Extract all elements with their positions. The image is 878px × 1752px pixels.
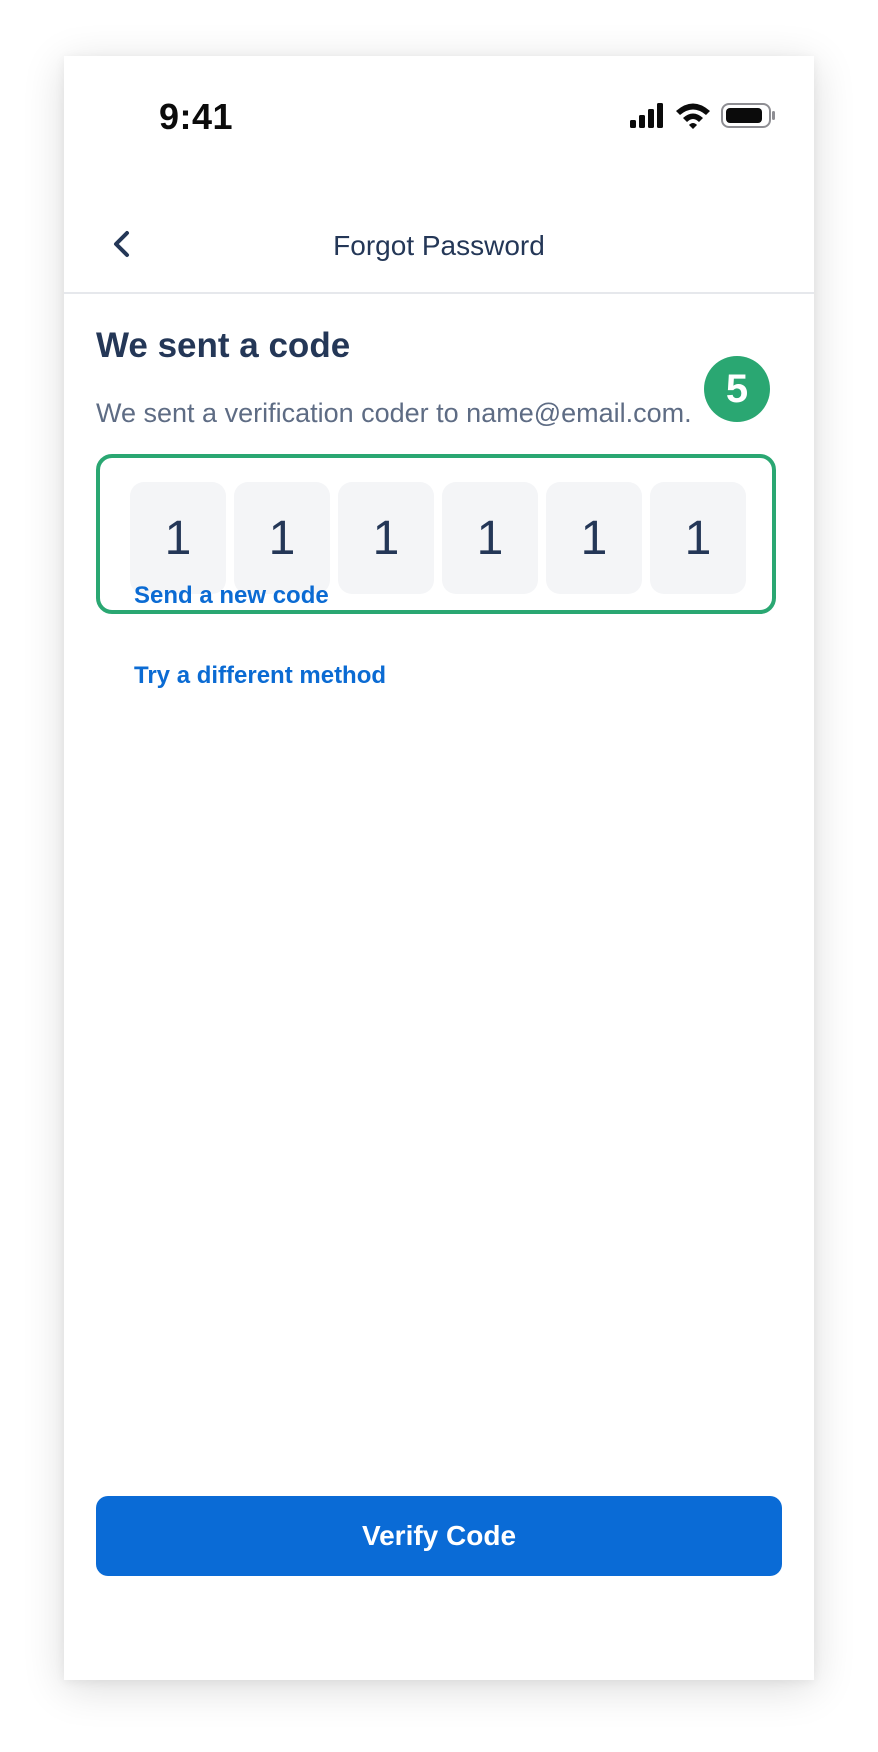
send-new-code-link[interactable]: Send a new code xyxy=(134,582,329,610)
code-digit-6[interactable]: 1 xyxy=(650,482,746,594)
code-digit-3[interactable]: 1 xyxy=(338,482,434,594)
nav-bar: Forgot Password xyxy=(64,196,814,294)
code-cells: 1 1 1 1 1 1 xyxy=(130,482,746,594)
status-time: 9:41 xyxy=(159,96,234,137)
try-different-method-link[interactable]: Try a different method xyxy=(134,662,386,690)
status-icons xyxy=(618,100,778,130)
page-heading: We sent a code xyxy=(96,326,351,365)
instruction-text: We sent a verification coder to name@ema… xyxy=(96,398,692,428)
code-digit-1[interactable]: 1 xyxy=(130,482,226,594)
signal-icon xyxy=(630,103,663,128)
code-digit-5[interactable]: 1 xyxy=(546,482,642,594)
code-digit-2[interactable]: 1 xyxy=(234,482,330,594)
nav-title: Forgot Password xyxy=(333,230,545,261)
battery-icon xyxy=(721,103,775,128)
status-bar: 9:41 xyxy=(64,56,814,176)
phone-frame: 9:41 Forgot Password We sent a code We s… xyxy=(64,56,814,1680)
wifi-icon xyxy=(676,103,710,129)
screen: 9:41 Forgot Password We sent a code We s… xyxy=(0,0,878,1752)
verify-code-button[interactable]: Verify Code xyxy=(96,1496,782,1576)
code-digit-4[interactable]: 1 xyxy=(442,482,538,594)
step-badge: 5 xyxy=(704,356,770,422)
